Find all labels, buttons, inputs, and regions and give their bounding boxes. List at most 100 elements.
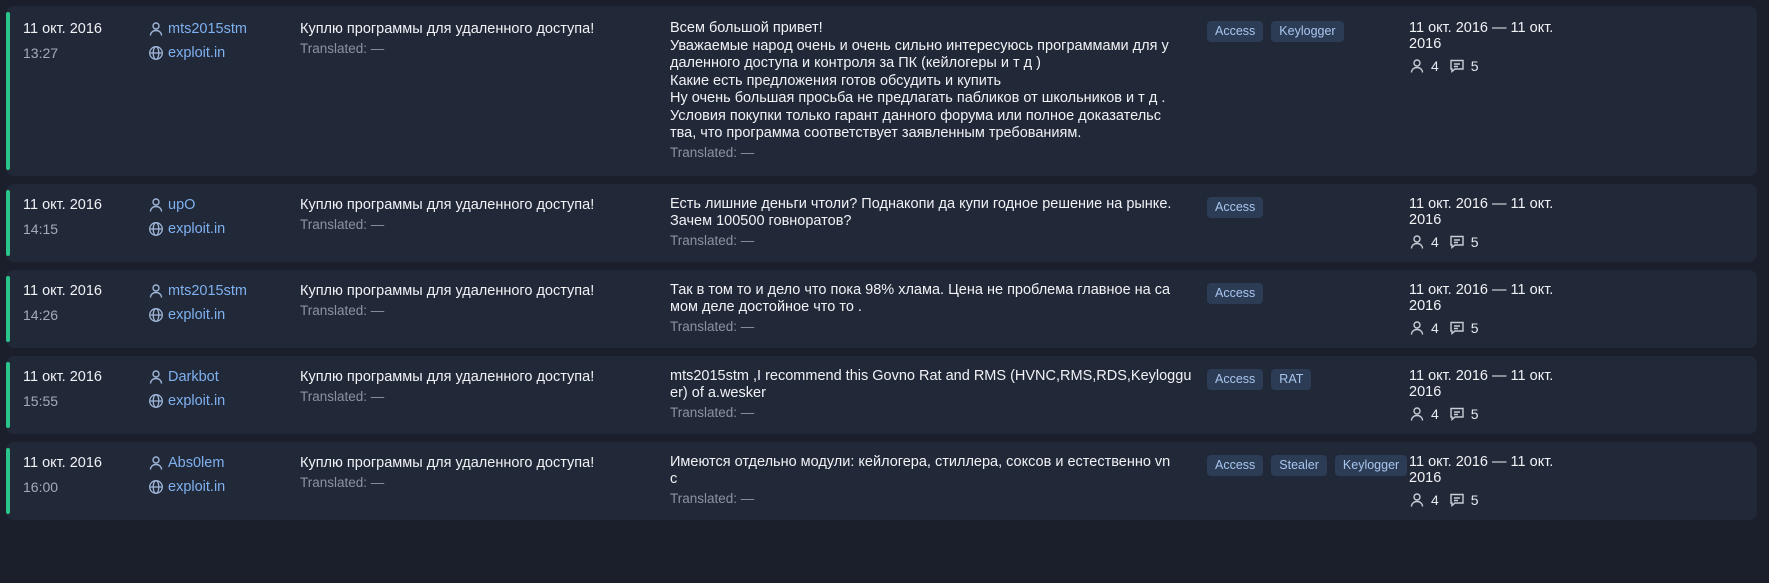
- author-link[interactable]: Abs0lem: [168, 455, 224, 471]
- date-range: 11 окт. 2016 — 11 окт. 2016: [1409, 281, 1554, 314]
- date-column: 11 окт. 2016 13:27: [6, 20, 148, 62]
- forum-link[interactable]: exploit.in: [168, 307, 225, 323]
- globe-icon: [148, 393, 164, 409]
- tags-column: Access Stealer Keylogger: [1207, 454, 1409, 476]
- date-range: 11 окт. 2016 — 11 окт. 2016: [1409, 195, 1554, 228]
- forum-link[interactable]: exploit.in: [168, 479, 225, 495]
- tag-badge[interactable]: Keylogger: [1271, 21, 1344, 42]
- message-row[interactable]: 11 окт. 2016 14:15 upO exploit.in Куплю …: [6, 183, 1757, 262]
- title-translated: Translated: —: [300, 388, 385, 404]
- body-column: Есть лишние деньги чтоли? Поднакопи да к…: [670, 196, 1207, 250]
- title-translated: Translated: —: [300, 474, 385, 490]
- title-translated: Translated: —: [300, 302, 385, 318]
- user-icon: [148, 21, 164, 37]
- author-link[interactable]: upO: [168, 197, 195, 213]
- message-icon: [1449, 234, 1465, 250]
- body-column: mts2015stm ,I recommend this Govno Rat a…: [670, 368, 1207, 422]
- message-icon: [1449, 492, 1465, 508]
- post-time: 13:27: [23, 45, 59, 61]
- user-icon: [148, 197, 164, 213]
- tags-column: Access RAT: [1207, 368, 1409, 390]
- message-row[interactable]: 11 окт. 2016 14:26 mts2015stm exploit.in…: [6, 269, 1757, 348]
- date-range: 11 окт. 2016 — 11 окт. 2016: [1409, 453, 1554, 486]
- message-icon: [1449, 58, 1465, 74]
- participants-count: 4: [1431, 319, 1439, 336]
- messages-count: 5: [1470, 58, 1479, 74]
- post-time: 15:55: [23, 392, 59, 409]
- globe-icon: [148, 479, 164, 495]
- tag-badge[interactable]: RAT: [1271, 368, 1312, 390]
- title-translated: Translated: —: [300, 216, 385, 232]
- thread-title: Куплю программы для удаленного доступа!: [300, 196, 595, 213]
- post-date: 11 окт. 2016: [23, 454, 102, 471]
- user-icon: [148, 283, 164, 299]
- message-body: mts2015stm ,I recommend this Govno Rat a…: [670, 367, 1192, 402]
- row-accent-bar: [6, 361, 10, 428]
- users-icon: [1409, 58, 1425, 74]
- author-link[interactable]: mts2015stm: [168, 283, 247, 299]
- date-column: 11 окт. 2016 16:00: [6, 454, 148, 496]
- author-link[interactable]: Darkbot: [168, 369, 219, 385]
- message-row[interactable]: 11 окт. 2016 13:27 mts2015stm exploit.in…: [6, 6, 1757, 176]
- post-date: 11 окт. 2016: [23, 368, 102, 385]
- message-icon: [1449, 406, 1465, 422]
- title-column: Куплю программы для удаленного доступа! …: [300, 368, 670, 406]
- message-body: Имеются отдельно модули: кейлогера, стил…: [670, 453, 1171, 488]
- users-icon: [1409, 492, 1425, 508]
- post-date: 11 окт. 2016: [23, 196, 102, 213]
- meta-column: 11 окт. 2016 — 11 окт. 2016 4 5: [1409, 20, 1569, 74]
- tags-column: Access: [1207, 196, 1409, 218]
- tag-badge[interactable]: Access: [1207, 282, 1264, 304]
- post-time: 14:15: [23, 220, 59, 237]
- post-date: 11 окт. 2016: [23, 21, 102, 37]
- participants-count: 4: [1431, 233, 1439, 250]
- users-icon: [1409, 406, 1425, 422]
- title-column: Куплю программы для удаленного доступа! …: [300, 20, 670, 58]
- row-accent-bar: [6, 275, 10, 342]
- author-column: upO exploit.in: [148, 196, 300, 238]
- user-icon: [148, 369, 164, 385]
- title-translated: Translated: —: [300, 41, 385, 56]
- body-translated: Translated: —: [670, 232, 755, 248]
- tag-badge[interactable]: Access: [1207, 196, 1264, 218]
- message-row[interactable]: 11 окт. 2016 15:55 Darkbot exploit.in Ку…: [6, 355, 1757, 434]
- messages-count: 5: [1470, 491, 1479, 508]
- globe-icon: [148, 307, 164, 323]
- date-range: 11 окт. 2016 — 11 окт. 2016: [1409, 367, 1554, 400]
- author-column: Darkbot exploit.in: [148, 368, 300, 410]
- meta-column: 11 окт. 2016 — 11 окт. 2016 4 5: [1409, 282, 1569, 336]
- message-row[interactable]: 11 окт. 2016 16:00 Abs0lem exploit.in Ку…: [6, 441, 1757, 520]
- thread-title: Куплю программы для удаленного доступа!: [300, 368, 595, 385]
- users-icon: [1409, 234, 1425, 250]
- date-range: 11 окт. 2016 — 11 окт. 2016: [1409, 20, 1554, 52]
- forum-link[interactable]: exploit.in: [168, 221, 225, 237]
- tag-badge[interactable]: Access: [1207, 21, 1264, 42]
- tag-badge[interactable]: Stealer: [1271, 454, 1327, 476]
- author-column: mts2015stm exploit.in: [148, 282, 300, 324]
- body-translated: Translated: —: [670, 144, 755, 160]
- tags-column: Access Keylogger: [1207, 20, 1409, 42]
- body-translated: Translated: —: [670, 490, 755, 506]
- post-date: 11 окт. 2016: [23, 282, 102, 299]
- thread-title: Куплю программы для удаленного доступа!: [300, 21, 595, 37]
- author-link[interactable]: mts2015stm: [168, 21, 247, 37]
- author-column: Abs0lem exploit.in: [148, 454, 300, 496]
- users-icon: [1409, 320, 1425, 336]
- message-list: 11 окт. 2016 13:27 mts2015stm exploit.in…: [6, 6, 1757, 528]
- body-translated: Translated: —: [670, 318, 755, 334]
- tag-badge[interactable]: Access: [1207, 368, 1264, 390]
- body-column: Имеются отдельно модули: кейлогера, стил…: [670, 454, 1207, 508]
- forum-link[interactable]: exploit.in: [168, 45, 225, 61]
- participants-count: 4: [1431, 58, 1439, 74]
- globe-icon: [148, 221, 164, 237]
- body-column: Так в том то и дело что пока 98% хлама. …: [670, 282, 1207, 336]
- meta-column: 11 окт. 2016 — 11 окт. 2016 4 5: [1409, 454, 1569, 508]
- message-body: Есть лишние деньги чтоли? Поднакопи да к…: [670, 195, 1172, 230]
- participants-count: 4: [1431, 405, 1439, 422]
- forum-link[interactable]: exploit.in: [168, 393, 225, 409]
- tag-badge[interactable]: Keylogger: [1334, 454, 1408, 476]
- tag-badge[interactable]: Access: [1207, 454, 1264, 476]
- row-accent-bar: [6, 447, 10, 514]
- title-column: Куплю программы для удаленного доступа! …: [300, 196, 670, 234]
- message-body: Всем большой привет! Уважаемые народ оче…: [670, 20, 1169, 141]
